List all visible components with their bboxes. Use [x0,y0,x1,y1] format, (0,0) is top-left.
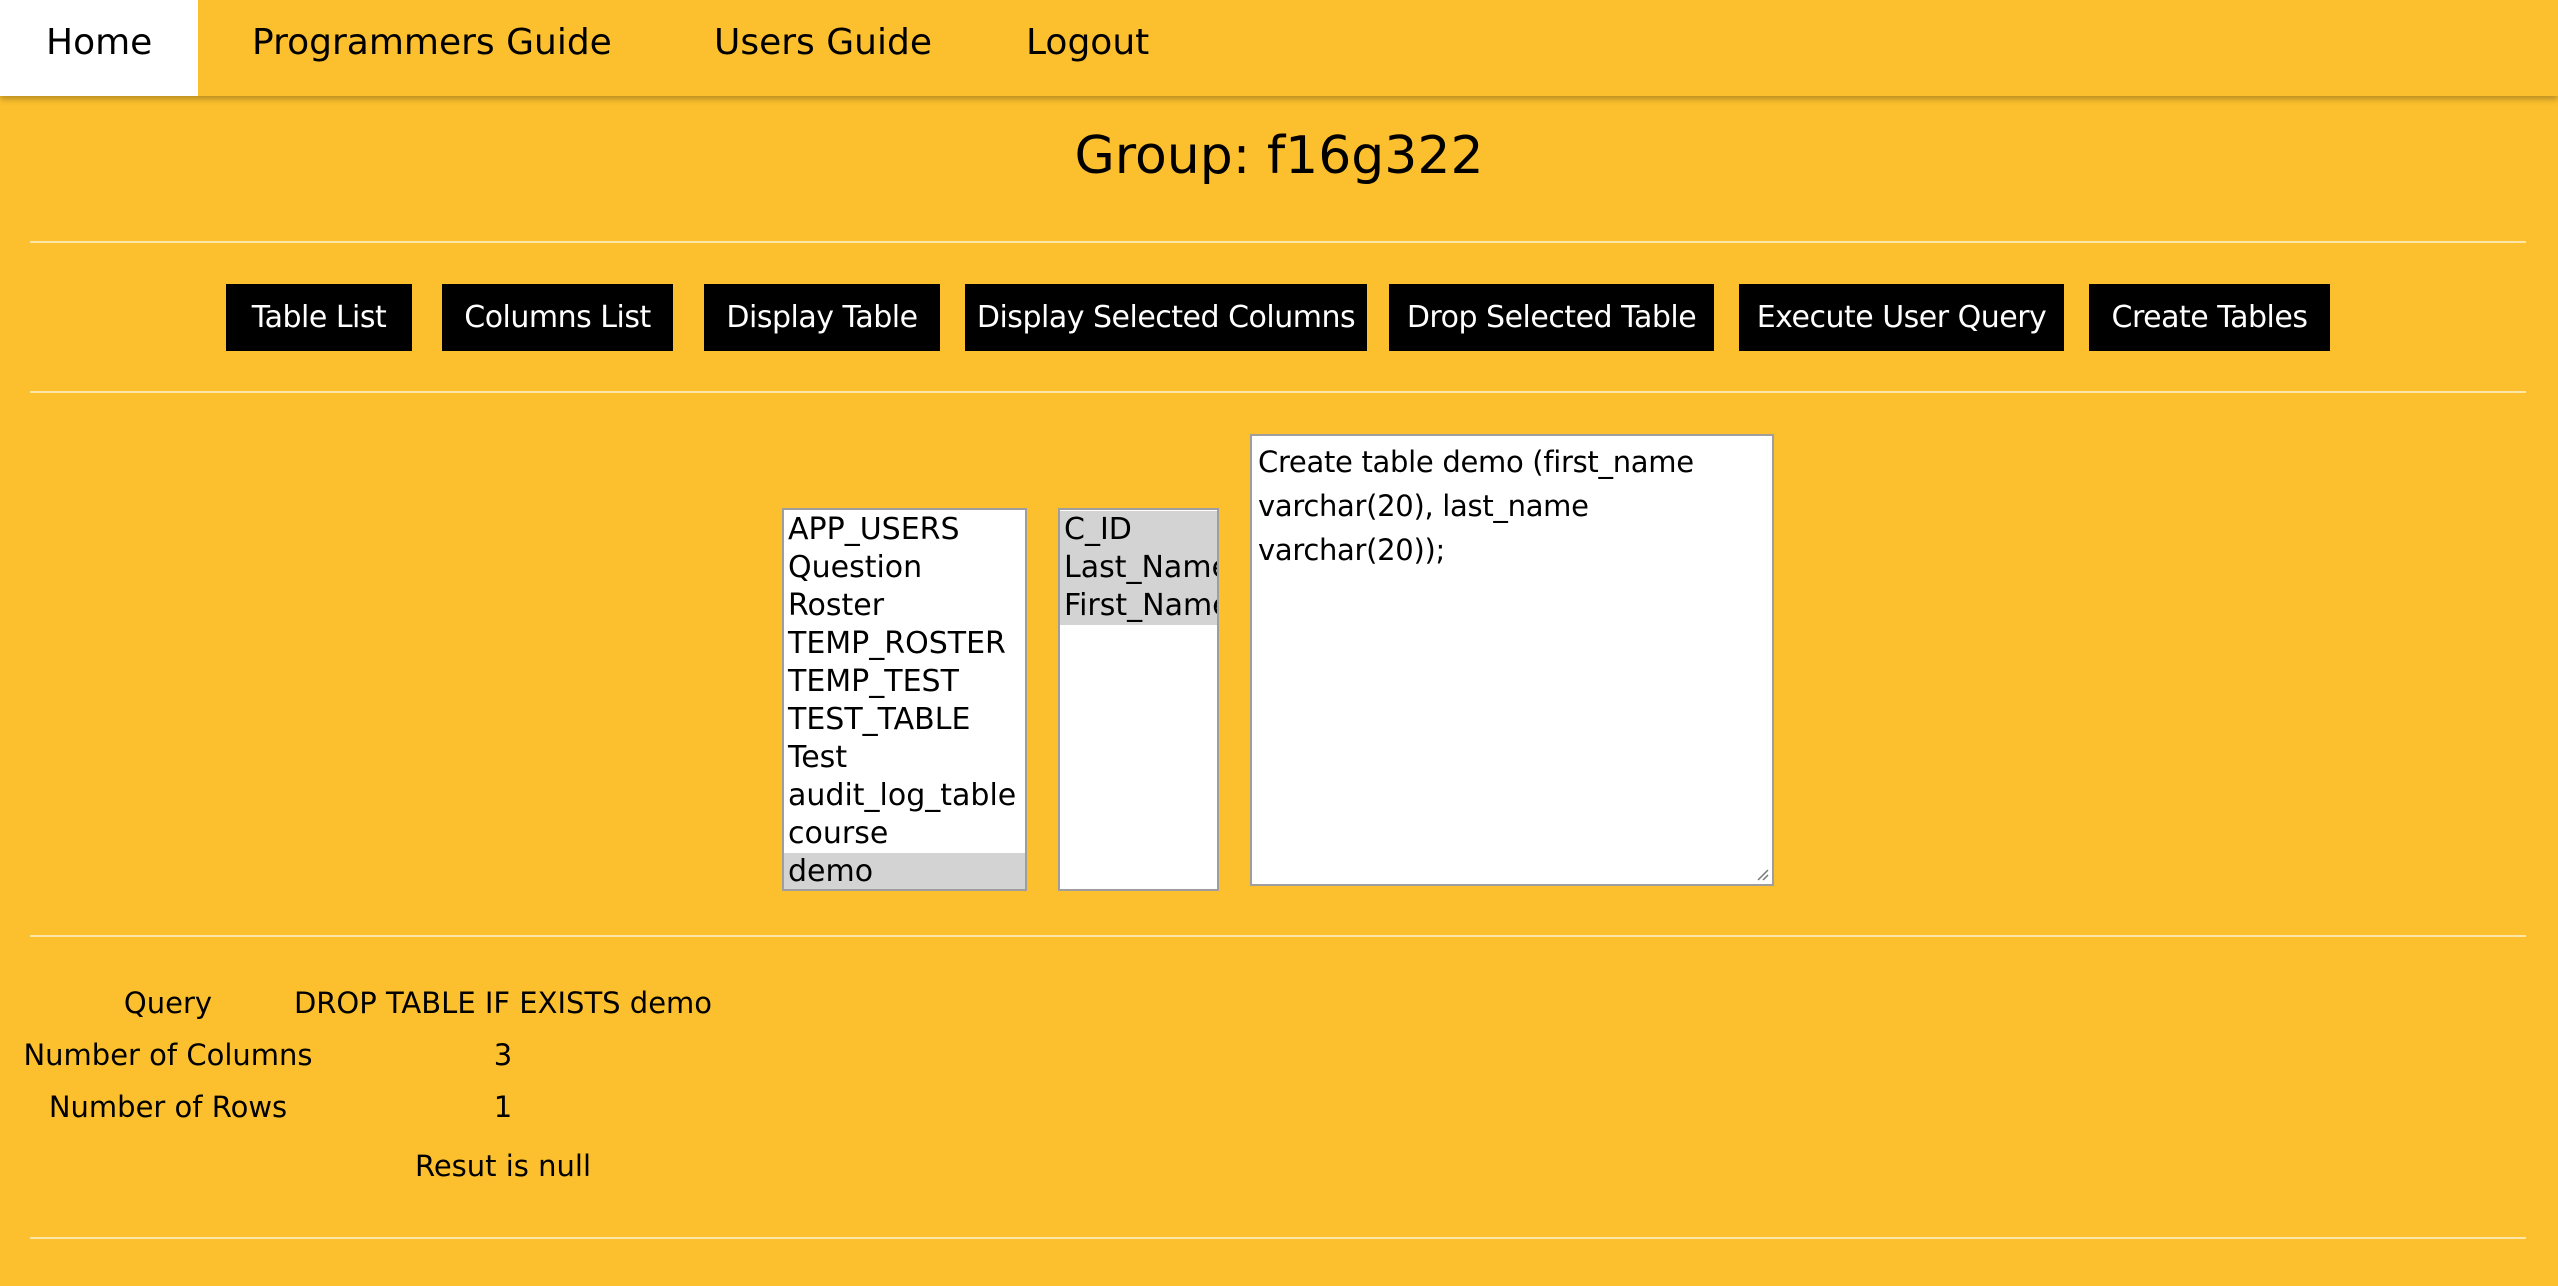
display-selected-columns-button[interactable]: Display Selected Columns [965,284,1367,351]
nav-logout[interactable]: Logout [1026,0,1149,96]
nav-home[interactable]: Home [0,0,199,96]
top-nav: Home Programmers Guide Users Guide Logou… [0,0,2558,96]
table-list-button[interactable]: Table List [226,284,412,351]
table-option[interactable]: audit_log_table [784,777,1025,815]
query-textarea[interactable]: Create table demo (first_name varchar(20… [1250,434,1774,886]
table-option[interactable]: Question [784,549,1025,587]
divider [30,1237,2526,1239]
columns-list-button[interactable]: Columns List [442,284,673,351]
page-title: Group: f16g322 [1074,126,1484,186]
column-option-selected[interactable]: First_Name [1060,587,1217,625]
rows-count-value: 1 [493,1090,513,1124]
table-option[interactable]: Test [784,739,1025,777]
execute-user-query-button[interactable]: Execute User Query [1739,284,2064,351]
display-table-button[interactable]: Display Table [704,284,940,351]
table-option[interactable]: TEMP_TEST [784,663,1025,701]
columns-count-value: 3 [493,1038,513,1072]
result-message: Resut is null [414,1149,592,1183]
rows-count-label: Number of Rows [48,1090,288,1124]
table-option-selected[interactable]: demo [784,853,1025,889]
table-option[interactable]: TEMP_ROSTER [784,625,1025,663]
query-label: Query [123,986,213,1020]
divider [30,241,2526,243]
resize-handle-icon[interactable] [1755,867,1769,881]
columns-count-label: Number of Columns [23,1038,313,1072]
table-option[interactable]: APP_USERS [784,511,1025,549]
nav-users-guide[interactable]: Users Guide [714,0,932,96]
column-option-selected[interactable]: Last_Name [1060,549,1217,587]
divider [30,391,2526,393]
nav-programmers-guide[interactable]: Programmers Guide [252,0,612,96]
table-option[interactable]: Roster [784,587,1025,625]
query-text: Create table demo (first_name varchar(20… [1258,445,1694,567]
query-value: DROP TABLE IF EXISTS demo [293,986,713,1020]
tables-listbox[interactable]: APP_USERS Question Roster TEMP_ROSTER TE… [782,508,1027,891]
drop-selected-table-button[interactable]: Drop Selected Table [1389,284,1714,351]
table-option[interactable]: course [784,815,1025,853]
divider [30,935,2526,937]
columns-listbox[interactable]: C_ID Last_Name First_Name [1058,508,1219,891]
create-tables-button[interactable]: Create Tables [2089,284,2330,351]
column-option-selected[interactable]: C_ID [1060,511,1217,549]
table-option[interactable]: TEST_TABLE [784,701,1025,739]
